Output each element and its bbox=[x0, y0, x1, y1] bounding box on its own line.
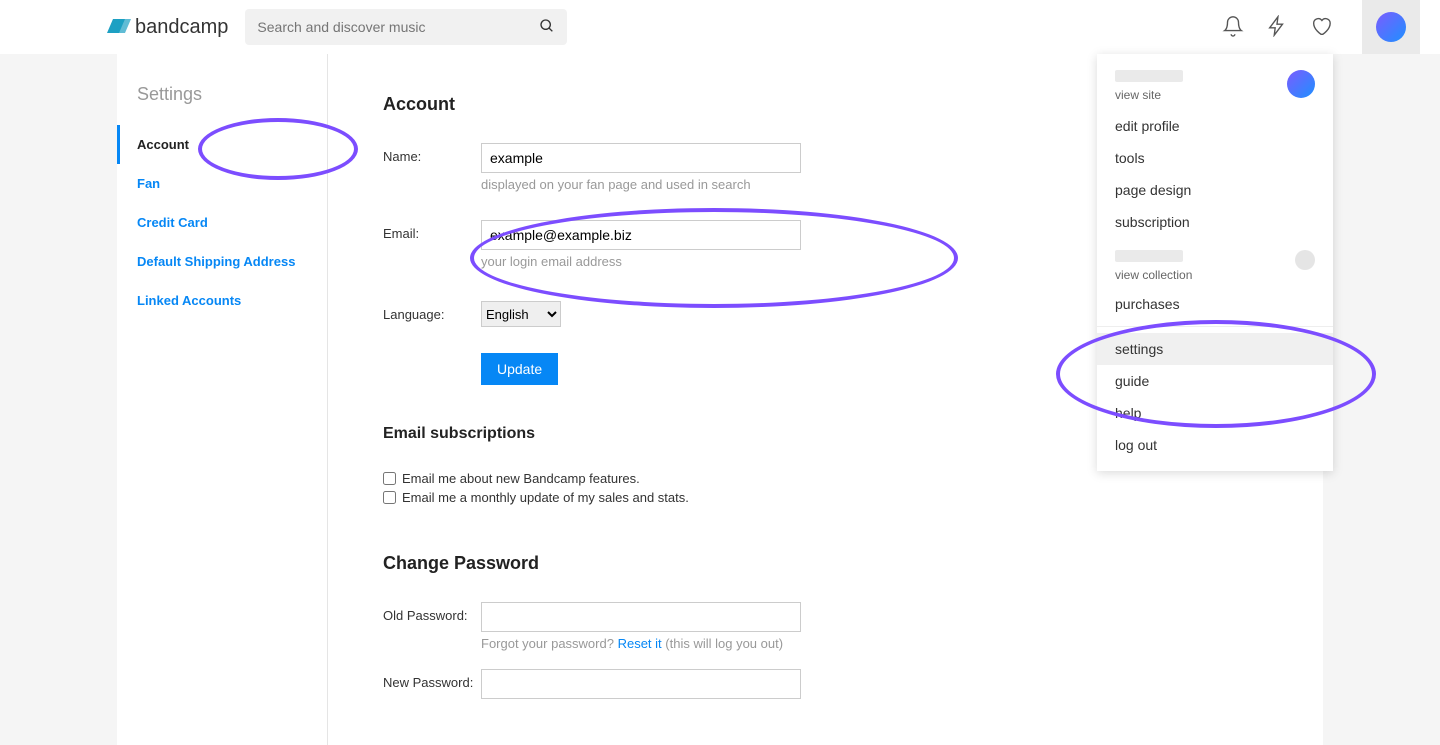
logo-icon bbox=[107, 16, 131, 39]
password-heading: Change Password bbox=[383, 553, 1268, 574]
sidebar-item-account[interactable]: Account bbox=[117, 125, 327, 164]
old-pw-label: Old Password: bbox=[383, 602, 481, 623]
language-label: Language: bbox=[383, 301, 481, 322]
sidebar-item-fan[interactable]: Fan bbox=[117, 164, 327, 203]
heart-icon[interactable] bbox=[1310, 15, 1332, 40]
dropdown-username-placeholder bbox=[1115, 70, 1183, 82]
dropdown-purchases[interactable]: purchases bbox=[1097, 288, 1333, 320]
name-label: Name: bbox=[383, 143, 481, 164]
sub-features-checkbox[interactable] bbox=[383, 472, 396, 485]
settings-sidebar: Settings Account Fan Credit Card Default… bbox=[117, 54, 328, 745]
bolt-icon[interactable] bbox=[1266, 15, 1288, 40]
new-pw-row: New Password: bbox=[383, 669, 1268, 699]
sub-monthly-label: Email me a monthly update of my sales an… bbox=[402, 490, 689, 505]
dropdown-divider bbox=[1097, 326, 1333, 327]
email-label: Email: bbox=[383, 220, 481, 241]
sidebar-title: Settings bbox=[117, 84, 327, 125]
avatar-menu-trigger[interactable] bbox=[1362, 0, 1420, 54]
app-header: bandcamp bbox=[0, 0, 1440, 54]
user-dropdown: view site edit profile tools page design… bbox=[1097, 54, 1333, 471]
dropdown-edit-profile[interactable]: edit profile bbox=[1097, 110, 1333, 142]
old-password-input[interactable] bbox=[481, 602, 801, 632]
new-pw-label: New Password: bbox=[383, 669, 481, 690]
avatar-icon bbox=[1376, 12, 1406, 42]
password-section: Change Password Old Password: Forgot you… bbox=[383, 553, 1268, 699]
new-password-input[interactable] bbox=[481, 669, 801, 699]
sidebar-item-credit-card[interactable]: Credit Card bbox=[117, 203, 327, 242]
sub-features-row[interactable]: Email me about new Bandcamp features. bbox=[383, 471, 1268, 486]
dropdown-guide[interactable]: guide bbox=[1097, 365, 1333, 397]
dropdown-logout[interactable]: log out bbox=[1097, 429, 1333, 461]
search-input[interactable] bbox=[257, 19, 539, 35]
dropdown-username2-placeholder bbox=[1115, 250, 1183, 262]
dropdown-settings[interactable]: settings bbox=[1097, 333, 1333, 365]
dropdown-page-design[interactable]: page design bbox=[1097, 174, 1333, 206]
logo-text: bandcamp bbox=[135, 16, 228, 39]
dropdown-header: view site bbox=[1097, 54, 1333, 110]
dropdown-view-collection[interactable]: view collection bbox=[1115, 268, 1192, 282]
dropdown-avatar2-icon bbox=[1295, 250, 1315, 270]
sub-features-label: Email me about new Bandcamp features. bbox=[402, 471, 640, 486]
sub-monthly-row[interactable]: Email me a monthly update of my sales an… bbox=[383, 490, 1268, 505]
sub-monthly-checkbox[interactable] bbox=[383, 491, 396, 504]
reset-link[interactable]: Reset it bbox=[618, 636, 662, 651]
dropdown-avatar-icon bbox=[1287, 70, 1315, 98]
forgot-hint: Forgot your password? Reset it (this wil… bbox=[481, 636, 1268, 651]
dropdown-section2: view collection bbox=[1097, 238, 1333, 288]
dropdown-help[interactable]: help bbox=[1097, 397, 1333, 429]
search-box[interactable] bbox=[245, 9, 567, 45]
header-icons bbox=[1222, 0, 1420, 54]
sidebar-item-linked[interactable]: Linked Accounts bbox=[117, 281, 327, 320]
dropdown-subscription[interactable]: subscription bbox=[1097, 206, 1333, 238]
old-pw-row: Old Password: Forgot your password? Rese… bbox=[383, 602, 1268, 663]
search-icon[interactable] bbox=[539, 18, 555, 37]
dropdown-view-site[interactable]: view site bbox=[1115, 88, 1183, 102]
email-input[interactable] bbox=[481, 220, 801, 250]
sidebar-item-shipping[interactable]: Default Shipping Address bbox=[117, 242, 327, 281]
language-select[interactable]: English bbox=[481, 301, 561, 327]
logo[interactable]: bandcamp bbox=[107, 16, 228, 39]
name-input[interactable] bbox=[481, 143, 801, 173]
dropdown-tools[interactable]: tools bbox=[1097, 142, 1333, 174]
update-button[interactable]: Update bbox=[481, 353, 558, 385]
bell-icon[interactable] bbox=[1222, 15, 1244, 40]
